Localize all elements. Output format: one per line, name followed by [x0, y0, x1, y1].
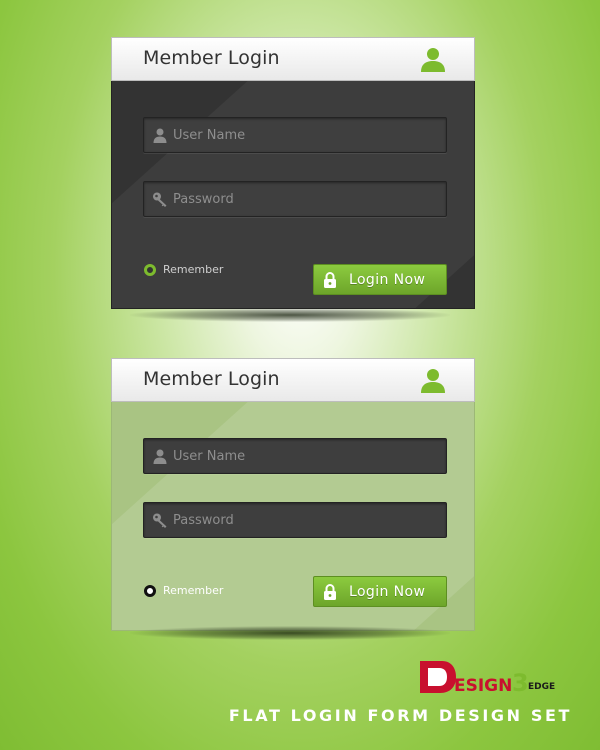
user-icon [421, 48, 445, 72]
user-icon [153, 128, 167, 143]
login-form-light: Member Login Remember [111, 358, 475, 631]
lock-icon [324, 271, 336, 288]
login-button-label: Login Now [349, 583, 426, 600]
password-field[interactable] [143, 181, 447, 217]
card-body: Remember Login Now [111, 402, 475, 631]
card-shadow [130, 626, 450, 640]
design3edge-logo: ESIGN 3 EDGE [420, 661, 555, 697]
login-button-label: Login Now [349, 271, 426, 288]
user-icon [421, 369, 445, 393]
remember-option[interactable]: Remember [144, 263, 223, 276]
key-icon [153, 192, 167, 207]
card-title: Member Login [143, 47, 280, 69]
login-form-dark: Member Login Remember [111, 37, 475, 309]
card-shadow [130, 308, 450, 322]
password-field[interactable] [143, 502, 447, 538]
login-button[interactable]: Login Now [313, 576, 447, 607]
card-body: Remember Login Now [111, 81, 475, 309]
footer-title: FLAT LOGIN FORM DESIGN SET [228, 706, 572, 725]
card-header: Member Login [111, 358, 475, 402]
remember-radio[interactable] [144, 263, 156, 276]
login-button[interactable]: Login Now [313, 264, 447, 295]
username-input[interactable] [173, 127, 413, 143]
key-icon [153, 513, 167, 528]
password-input[interactable] [173, 512, 413, 528]
remember-label: Remember [163, 584, 224, 597]
logo-number: 3 [512, 669, 529, 697]
card-title: Member Login [143, 368, 280, 390]
user-icon [153, 449, 167, 464]
password-input[interactable] [173, 191, 413, 207]
logo-suffix: EDGE [528, 682, 555, 692]
username-field[interactable] [143, 438, 447, 474]
username-field[interactable] [143, 117, 447, 153]
username-input[interactable] [173, 448, 413, 464]
remember-option[interactable]: Remember [144, 584, 223, 597]
card-header: Member Login [111, 37, 475, 81]
remember-radio[interactable] [144, 584, 156, 597]
remember-label: Remember [163, 263, 224, 276]
logo-text: ESIGN [454, 676, 512, 696]
lock-icon [324, 583, 336, 600]
